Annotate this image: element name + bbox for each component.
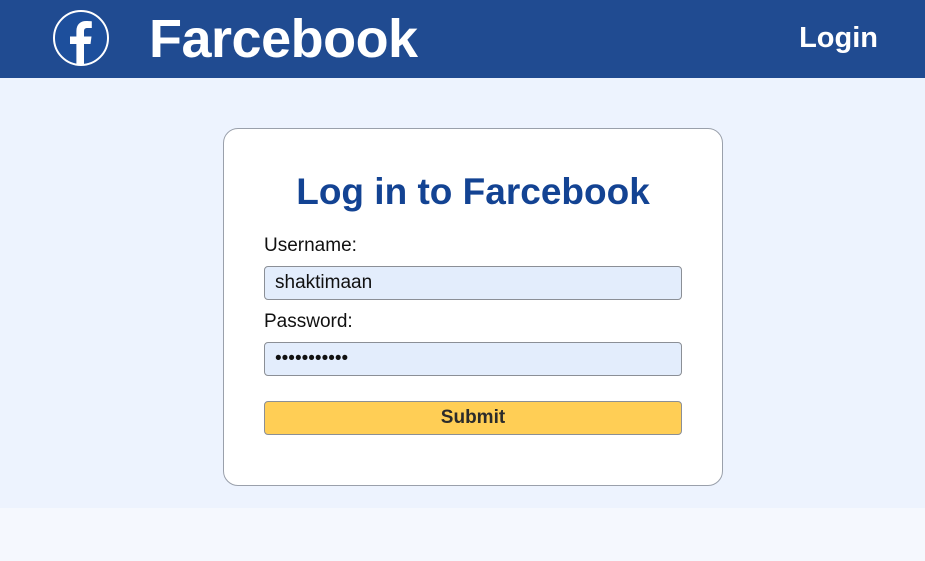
brand-name: Farcebook bbox=[149, 9, 418, 69]
password-input[interactable] bbox=[264, 342, 682, 376]
password-label: Password: bbox=[264, 311, 353, 332]
username-label: Username: bbox=[264, 235, 357, 256]
nav-login-link[interactable]: Login bbox=[799, 20, 878, 56]
page-title: Log in to Farcebook bbox=[296, 171, 650, 212]
top-navbar: Farcebook Login bbox=[0, 0, 925, 78]
facebook-logo-icon[interactable] bbox=[53, 10, 109, 66]
submit-button[interactable]: Submit bbox=[264, 401, 682, 435]
login-card: Log in to Farcebook Username: Password: … bbox=[223, 128, 723, 486]
username-input[interactable] bbox=[264, 266, 682, 300]
